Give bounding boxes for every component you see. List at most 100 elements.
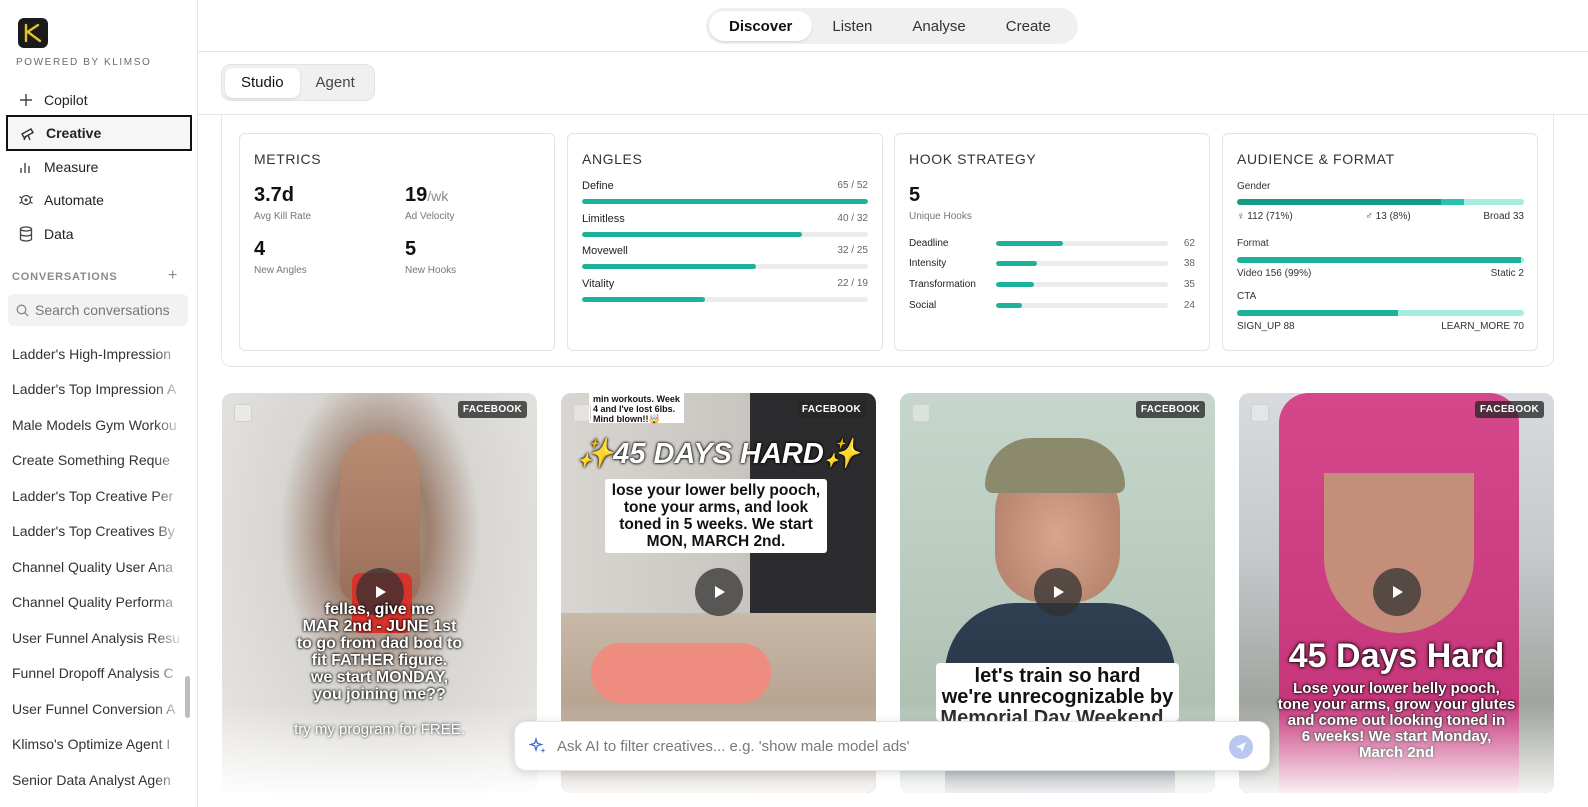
metric-label: Ad Velocity [405, 211, 455, 222]
play-button[interactable] [1372, 568, 1421, 616]
metric-unit: /wk [427, 188, 449, 204]
search-conversations-input[interactable]: Search conversations [8, 294, 188, 326]
conversation-item[interactable]: Senior Data Analyst Agen [0, 762, 184, 798]
tab-discover[interactable]: Discover [709, 11, 813, 41]
angle-bar-track [582, 296, 868, 302]
hook-value: 38 [1183, 258, 1195, 270]
hook-bar-track [996, 240, 1168, 246]
sub-tab-bar: Studio Agent [221, 64, 375, 101]
bar-chart-icon [18, 159, 34, 175]
conversation-item[interactable]: Male Models Gym Workou [0, 407, 184, 443]
sparkle-icon [529, 737, 546, 753]
nav-label: Measure [44, 159, 99, 175]
conversation-item[interactable]: Create Something Reque [0, 442, 184, 479]
conversation-item[interactable]: Ladder's High-Impression [0, 336, 184, 372]
nav-label: Copilot [44, 92, 88, 108]
metric-value: 3.7d [254, 184, 295, 206]
creative-caption: fellas, give me MAR 2nd - JUNE 1st to go… [296, 601, 463, 703]
nav-automate[interactable]: Automate [6, 182, 192, 218]
angle-row-header: Vitality 22 / 19 [582, 278, 868, 290]
conversation-item[interactable]: Ladder's Top Impression A [0, 371, 184, 408]
card-title: METRICS [254, 151, 322, 167]
creative-card[interactable]: FACEBOOK fellas, give me MAR 2nd - JUNE … [222, 393, 537, 793]
new-hooks-metric: 5 New Hooks [405, 238, 456, 276]
angle-name: Vitality [582, 277, 615, 290]
nav-label: Data [44, 226, 74, 242]
gender-label: Gender [1237, 181, 1271, 192]
ai-placeholder: Ask AI to filter creatives... e.g. 'show… [557, 737, 910, 755]
angle-row-header: Limitless 40 / 32 [582, 213, 868, 225]
sidebar: POWERED BY KLIMSO Copilot Creative Measu… [0, 0, 198, 807]
tab-studio[interactable]: Studio [225, 67, 300, 98]
sign-up-segment [1237, 310, 1398, 316]
angle-bar-track [582, 231, 868, 237]
conversation-item[interactable]: Klimso's Optimize Agent I [0, 726, 184, 763]
nav-label: Creative [46, 125, 102, 141]
hook-bar-fill [996, 302, 1022, 308]
tab-agent[interactable]: Agent [300, 68, 371, 98]
conversation-item[interactable]: User Funnel Analysis Resu [0, 620, 184, 656]
angle-bar-fill [582, 199, 868, 204]
hook-value: 62 [1183, 237, 1195, 249]
athlete-figure [591, 643, 771, 703]
conversation-item[interactable]: Ladder's Top Creatives By [0, 513, 184, 550]
nav-copilot[interactable]: Copilot [6, 82, 192, 118]
stats-panel: METRICS 3.7d Avg Kill Rate 19/wk Ad Velo… [221, 115, 1554, 367]
play-button[interactable] [694, 568, 743, 616]
sign-up-count: SIGN_UP 88 [1237, 321, 1295, 332]
conversation-item[interactable]: Channel Quality Performa [0, 584, 184, 621]
platform-badge: FACEBOOK [457, 401, 527, 418]
ai-filter-input[interactable]: Ask AI to filter creatives... e.g. 'show… [514, 721, 1270, 771]
hook-row: Social 24 [909, 298, 1195, 312]
conversation-item[interactable]: Channel Quality User Ana [0, 549, 184, 585]
play-icon [1392, 586, 1403, 598]
angle-value: 40 / 32 [837, 212, 868, 224]
nav-label: Automate [44, 192, 104, 208]
metric-label: Avg Kill Rate [254, 211, 312, 222]
metric-value: 5 [909, 184, 921, 206]
tab-listen[interactable]: Listen [812, 11, 892, 41]
angle-bar-fill [582, 296, 705, 302]
send-button[interactable] [1229, 735, 1253, 759]
hook-value: 35 [1183, 279, 1195, 291]
hook-value: 24 [1183, 299, 1195, 311]
gender-bar [1237, 199, 1524, 205]
card-fade [1239, 703, 1554, 793]
metric-label: New Angles [254, 265, 307, 276]
broad-segment [1463, 199, 1524, 205]
select-checkbox[interactable] [1251, 404, 1269, 422]
nav-measure[interactable]: Measure [6, 149, 192, 185]
conversation-item[interactable]: Ladder's Top Creative Per [0, 478, 184, 514]
creative-card[interactable]: FACEBOOK 45 Days Hard Lose your lower be… [1239, 393, 1554, 793]
new-conversation-plus-icon[interactable]: + [168, 267, 177, 285]
nav-creative[interactable]: Creative [6, 115, 192, 151]
static-count: Static 2 [1490, 268, 1524, 279]
conversation-item[interactable]: User Funnel Conversion A [0, 691, 184, 727]
tab-create[interactable]: Create [986, 11, 1071, 41]
cta-label: CTA [1237, 291, 1257, 302]
card-title: HOOK STRATEGY [909, 151, 1037, 167]
angle-bar-fill [582, 264, 757, 269]
powered-by-label: POWERED BY KLIMSO [16, 57, 152, 68]
female-segment [1237, 199, 1441, 205]
angle-value: 32 / 25 [837, 245, 868, 256]
select-checkbox[interactable] [912, 404, 930, 422]
creative-headline: 45 Days Hard [1288, 637, 1505, 675]
search-placeholder: Search conversations [35, 302, 170, 318]
static-segment [1521, 257, 1524, 263]
nav-data[interactable]: Data [6, 216, 192, 252]
play-button[interactable] [1033, 568, 1082, 616]
angle-value: 22 / 19 [837, 277, 868, 289]
female-count: ♀ 112 (71%) [1237, 211, 1293, 222]
hook-bar-track [996, 282, 1168, 288]
tab-analyse[interactable]: Analyse [892, 11, 985, 41]
conversation-item[interactable]: Funnel Dropoff Analysis C [0, 655, 184, 692]
sidebar-scrollbar[interactable] [185, 676, 190, 718]
platform-badge: FACEBOOK [796, 401, 866, 418]
klimso-logo[interactable] [18, 18, 48, 48]
select-checkbox[interactable] [573, 404, 591, 422]
cta-breakdown: SIGN_UP 88 LEARN_MORE 70 [1237, 321, 1524, 332]
select-checkbox[interactable] [234, 404, 252, 422]
kill-rate-metric: 3.7d Avg Kill Rate [254, 184, 311, 222]
play-icon [375, 586, 386, 598]
